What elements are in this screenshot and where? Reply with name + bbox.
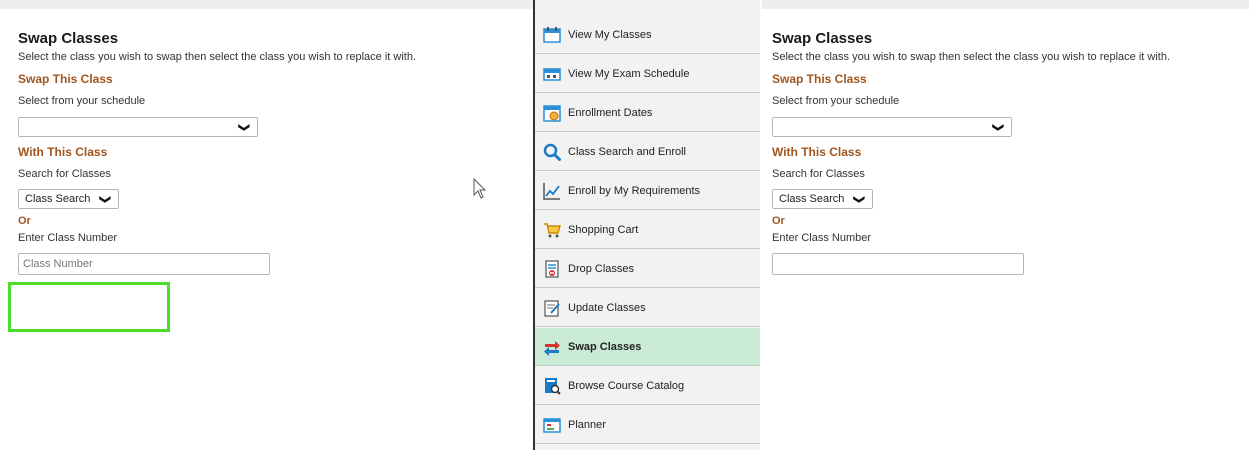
sidebar-item-enroll-by-my-requirements[interactable]: Enroll by My Requirements — [535, 172, 760, 210]
with-this-class-heading: With This Class — [18, 145, 108, 159]
or-label: Or — [18, 215, 31, 227]
swap-this-class-heading: Swap This Class — [18, 72, 113, 86]
page-description: Select the class you wish to swap then s… — [18, 51, 417, 63]
swap-classes-form-right: Swap Classes Select the class you wish t… — [772, 30, 1242, 275]
sidebar-item-shopping-cart[interactable]: Shopping Cart — [535, 211, 760, 249]
sidebar-item-label: Class Search and Enroll — [568, 145, 687, 158]
sidebar: View My Classes View My Exam Schedule En… — [533, 0, 760, 450]
chevron-down-icon: ❯ — [237, 122, 250, 133]
schedule-select[interactable]: ❯ — [18, 117, 258, 137]
class-number-label: Enter Class Number — [772, 232, 872, 244]
sidebar-item-label: Enrollment Dates — [568, 106, 653, 119]
sidebar-item-label: Enroll by My Requirements — [568, 184, 701, 197]
swap-this-class-heading: Swap This Class — [772, 72, 867, 86]
class-search-select-value: Class Search — [779, 193, 845, 205]
sidebar-item-drop-classes[interactable]: Drop Classes — [535, 250, 760, 288]
planner-icon — [542, 415, 562, 435]
schedule-label: Select from your schedule — [18, 95, 146, 107]
swap-classes-form-left: Swap Classes Select the class you wish t… — [18, 30, 518, 275]
sidebar-item-update-classes[interactable]: Update Classes — [535, 289, 760, 327]
drop-classes-icon — [542, 259, 562, 279]
top-bar-left — [0, 0, 533, 9]
search-icon — [542, 142, 562, 162]
sidebar-item-view-my-classes[interactable]: View My Classes — [535, 16, 760, 54]
sidebar-item-label: View My Classes — [568, 28, 652, 41]
exam-schedule-icon — [542, 64, 562, 84]
sidebar-item-label: Shopping Cart — [568, 223, 639, 236]
top-bar-right — [762, 0, 1249, 9]
calendar-icon — [542, 25, 562, 45]
search-classes-label: Search for Classes — [772, 168, 865, 180]
sidebar-item-class-search-and-enroll[interactable]: Class Search and Enroll — [535, 133, 760, 171]
chevron-down-icon: ❯ — [98, 194, 111, 205]
schedule-label: Select from your schedule — [772, 95, 900, 107]
sidebar-item-label: Browse Course Catalog — [568, 379, 685, 392]
class-search-select[interactable]: Class Search ❯ — [18, 189, 119, 209]
class-number-label: Enter Class Number — [18, 232, 118, 244]
line-chart-icon — [542, 181, 562, 201]
class-search-select-value: Class Search — [25, 193, 91, 205]
or-label: Or — [772, 215, 785, 227]
sidebar-item-label: View My Exam Schedule — [568, 67, 690, 80]
page-description: Select the class you wish to swap then s… — [772, 51, 1171, 63]
mouse-cursor-icon — [473, 178, 487, 199]
highlight-box — [8, 282, 170, 332]
sidebar-item-swap-classes[interactable]: Swap Classes — [535, 328, 760, 366]
sidebar-item-label: Planner — [568, 418, 606, 431]
sidebar-item-planner[interactable]: Planner — [535, 406, 760, 444]
page-title: Swap Classes — [772, 30, 873, 47]
sidebar-item-label: Update Classes — [568, 301, 646, 314]
shopping-cart-icon — [542, 220, 562, 240]
update-classes-icon — [542, 298, 562, 318]
with-this-class-heading: With This Class — [772, 145, 862, 159]
class-number-input[interactable] — [772, 253, 1024, 275]
search-classes-label: Search for Classes — [18, 168, 111, 180]
sidebar-item-label: Drop Classes — [568, 262, 635, 275]
sidebar-item-view-my-exam-schedule[interactable]: View My Exam Schedule — [535, 55, 760, 93]
chevron-down-icon: ❯ — [852, 194, 865, 205]
enrollment-dates-icon — [542, 103, 562, 123]
sidebar-item-enrollment-dates[interactable]: Enrollment Dates — [535, 94, 760, 132]
class-number-input[interactable] — [18, 253, 270, 275]
catalog-icon — [542, 376, 562, 396]
page-title: Swap Classes — [18, 30, 119, 47]
sidebar-item-label: Swap Classes — [568, 340, 642, 353]
swap-icon — [542, 337, 562, 357]
class-search-select[interactable]: Class Search ❯ — [772, 189, 873, 209]
chevron-down-icon: ❯ — [991, 122, 1004, 133]
schedule-select[interactable]: ❯ — [772, 117, 1012, 137]
sidebar-item-browse-course-catalog[interactable]: Browse Course Catalog — [535, 367, 760, 405]
